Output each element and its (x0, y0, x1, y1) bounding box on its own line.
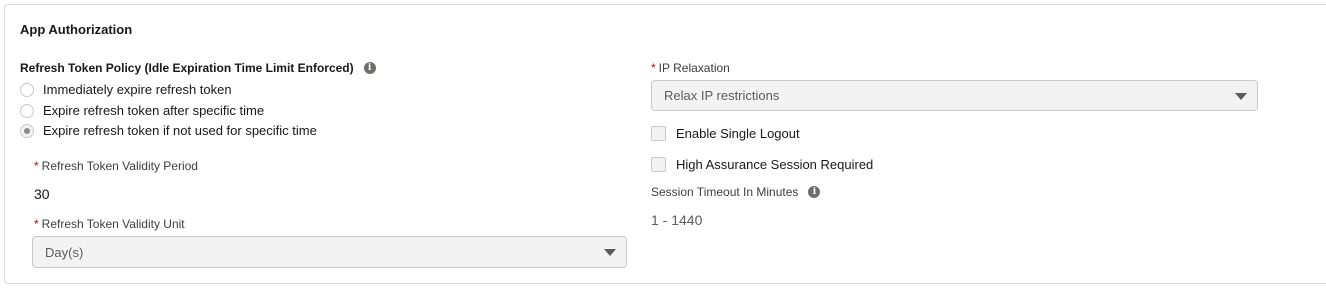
session-timeout-header: Session Timeout In Minutes i (651, 185, 821, 199)
required-marker: * (34, 159, 39, 173)
radio-label: Expire refresh token if not used for spe… (43, 123, 317, 138)
chevron-down-icon (1235, 92, 1247, 100)
radio-expire-if-not-used[interactable]: Expire refresh token if not used for spe… (20, 123, 317, 138)
ip-relaxation-value: Relax IP restrictions (664, 88, 780, 103)
radio-label: Immediately expire refresh token (43, 82, 232, 97)
radio-expire-after-time[interactable]: Expire refresh token after specific time (20, 103, 264, 118)
high-assurance-option[interactable]: High Assurance Session Required (651, 157, 873, 172)
chevron-down-icon (604, 249, 616, 256)
session-timeout-placeholder: 1 - 1440 (651, 212, 703, 228)
single-logout-option[interactable]: Enable Single Logout (651, 126, 800, 141)
radio-button[interactable] (20, 82, 34, 97)
refresh-policy-label: Refresh Token Policy (Idle Expiration Ti… (20, 61, 354, 75)
validity-period-label-row: * Refresh Token Validity Period (34, 159, 198, 173)
info-icon[interactable]: i (808, 186, 821, 198)
validity-unit-label: Refresh Token Validity Unit (41, 217, 185, 231)
radio-immediately-expire[interactable]: Immediately expire refresh token (20, 82, 232, 97)
section-title: App Authorization (20, 22, 133, 37)
info-icon[interactable]: i (363, 62, 376, 74)
validity-period-value: 30 (34, 186, 50, 202)
validity-period-label: Refresh Token Validity Period (41, 159, 198, 173)
session-timeout-label: Session Timeout In Minutes (651, 185, 799, 199)
radio-button[interactable] (20, 103, 34, 118)
refresh-policy-header: Refresh Token Policy (Idle Expiration Ti… (20, 61, 376, 75)
single-logout-checkbox[interactable] (651, 126, 666, 141)
ip-relaxation-label: IP Relaxation (658, 61, 730, 75)
validity-unit-select[interactable]: Day(s) (32, 236, 627, 268)
validity-unit-label-row: * Refresh Token Validity Unit (34, 217, 185, 231)
radio-label: Expire refresh token after specific time (43, 103, 265, 118)
high-assurance-label: High Assurance Session Required (676, 157, 874, 172)
high-assurance-checkbox[interactable] (651, 157, 666, 172)
ip-relaxation-label-row: * IP Relaxation (651, 61, 730, 75)
required-marker: * (34, 217, 39, 231)
single-logout-label: Enable Single Logout (676, 126, 800, 141)
radio-button-selected[interactable] (20, 123, 34, 138)
ip-relaxation-select[interactable]: Relax IP restrictions (651, 80, 1258, 111)
validity-unit-value: Day(s) (45, 244, 84, 260)
required-marker: * (651, 61, 656, 75)
